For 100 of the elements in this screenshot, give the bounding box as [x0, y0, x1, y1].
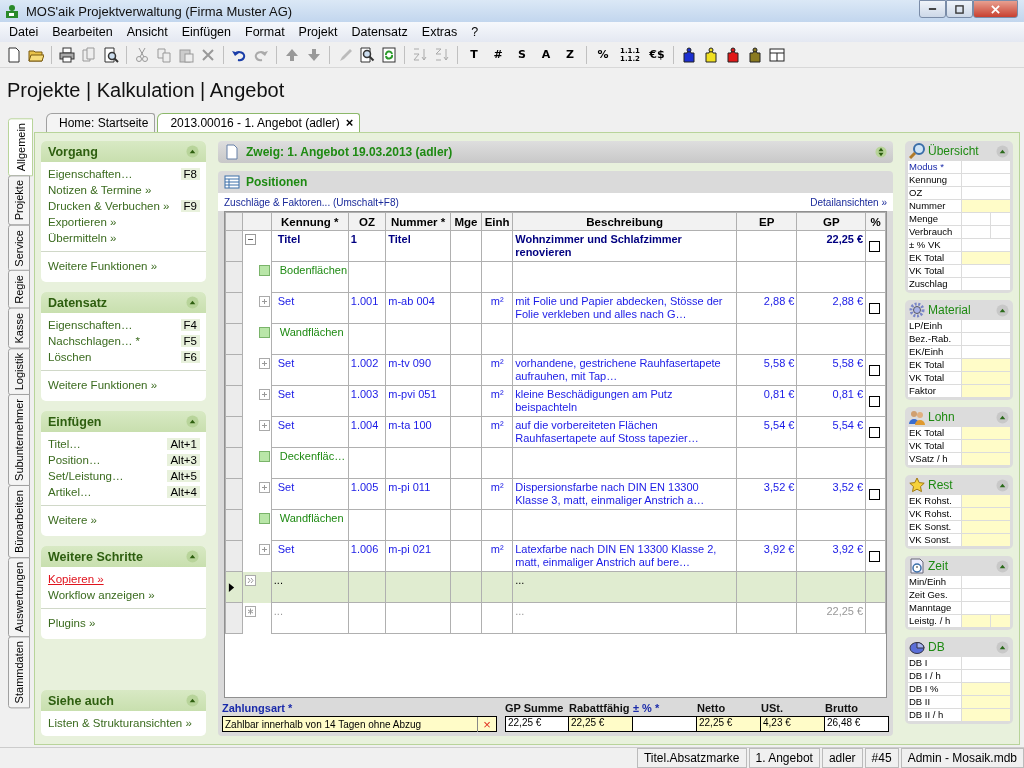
toolbar-button[interactable]: A — [538, 46, 554, 63]
detail-views-link[interactable]: Detailansichten » — [810, 197, 887, 208]
value-field[interactable] — [961, 440, 1010, 452]
scissors-icon[interactable] — [134, 46, 150, 63]
sort-descending-icon[interactable] — [434, 46, 450, 63]
menu-item[interactable]: Einfügen — [174, 25, 238, 39]
value-field[interactable] — [961, 495, 1010, 507]
collapse-icon[interactable] — [996, 303, 1009, 317]
checkbox[interactable] — [869, 302, 881, 314]
toolbar-button[interactable]: # — [490, 46, 506, 63]
column-header[interactable]: GP — [796, 212, 866, 231]
pen-icon[interactable] — [337, 46, 353, 63]
tab-close-button[interactable]: × — [345, 117, 354, 129]
value-field[interactable] — [961, 372, 1010, 384]
column-header[interactable]: Beschreibung — [512, 212, 737, 231]
expand-node-icon[interactable] — [258, 419, 270, 431]
expand-node-icon[interactable] — [258, 295, 270, 307]
task-link[interactable]: Drucken & Verbuchen » — [48, 200, 170, 212]
collapse-icon[interactable] — [996, 144, 1009, 158]
value-field[interactable] — [961, 252, 1010, 264]
total-field[interactable] — [633, 716, 697, 732]
document-tab[interactable]: 2013.00016 - 1. Angebot (adler) × — [157, 113, 361, 132]
preview-icon[interactable] — [103, 46, 119, 63]
copy-icon[interactable] — [156, 46, 172, 63]
checkbox[interactable] — [869, 364, 881, 376]
task-link[interactable]: Artikel… — [48, 486, 92, 498]
menu-item[interactable]: Datei — [2, 25, 46, 39]
side-tab[interactable]: Auswertungen — [8, 556, 30, 638]
menu-item[interactable]: Datensatz — [344, 25, 415, 39]
side-tab[interactable]: Büroarbeiten — [8, 484, 30, 558]
task-link[interactable]: Titel… — [48, 438, 81, 450]
task-link[interactable]: Löschen — [48, 351, 92, 363]
side-tab[interactable]: Service — [8, 224, 30, 272]
total-field[interactable]: 22,25 € — [505, 716, 569, 732]
side-tab[interactable]: Projekte — [8, 175, 30, 226]
menu-item[interactable]: Projekt — [291, 25, 345, 39]
puzzle-figure-icon[interactable] — [747, 46, 763, 63]
task-link[interactable]: Weitere Funktionen » — [48, 379, 158, 391]
column-header[interactable]: EP — [736, 212, 797, 231]
menu-item[interactable]: ? — [464, 25, 486, 39]
value-field[interactable] — [961, 683, 1010, 695]
task-link[interactable]: Exportieren » — [48, 216, 117, 228]
total-field[interactable]: 22,25 € — [569, 716, 633, 732]
sort-ascending-icon[interactable] — [412, 46, 428, 63]
expand-node-icon[interactable] — [258, 481, 270, 493]
toolbar-button[interactable]: S — [514, 46, 530, 63]
menu-item[interactable]: Bearbeiten — [45, 25, 120, 39]
task-link[interactable]: Position… — [48, 454, 101, 466]
minimize-button[interactable] — [919, 0, 946, 18]
task-link[interactable]: Plugins » — [48, 617, 96, 629]
menu-item[interactable]: Format — [238, 25, 292, 39]
total-field[interactable]: 26,48 € — [825, 716, 889, 732]
collapse-icon[interactable] — [996, 559, 1009, 573]
side-tab[interactable]: Regie — [8, 270, 30, 310]
column-header[interactable]: % — [865, 212, 886, 231]
value-field[interactable] — [961, 696, 1010, 708]
value-field[interactable] — [961, 521, 1010, 533]
new-file-icon[interactable] — [6, 46, 22, 63]
value-field[interactable] — [961, 453, 1010, 465]
clear-button[interactable]: × — [477, 716, 496, 732]
task-link[interactable]: Übermitteln » — [48, 232, 117, 244]
menu-item[interactable]: Ansicht — [119, 25, 175, 39]
collapse-icon[interactable] — [996, 640, 1009, 654]
search-icon[interactable] — [359, 46, 375, 63]
collapse-icon[interactable] — [186, 550, 199, 563]
expand-collapse-icon[interactable] — [875, 146, 887, 158]
total-field[interactable]: 4,23 € — [761, 716, 825, 732]
puzzle-figure-icon[interactable] — [681, 46, 697, 63]
expand-node-icon[interactable] — [258, 543, 270, 555]
checkbox[interactable] — [869, 395, 881, 407]
collapse-icon[interactable] — [186, 415, 199, 428]
close-button[interactable] — [973, 0, 1018, 18]
collapse-node-icon[interactable] — [244, 234, 256, 245]
value-field[interactable] — [961, 508, 1010, 520]
task-link[interactable]: Workflow anzeigen » — [48, 589, 155, 601]
payment-field[interactable]: Zahlbar innerhalb von 14 Tagen ohne Abzug × — [222, 716, 497, 732]
column-header[interactable]: Einh — [481, 212, 513, 231]
task-link[interactable]: Nachschlagen… * — [48, 335, 141, 347]
row-header[interactable] — [225, 571, 243, 603]
new-node-icon[interactable] — [244, 605, 256, 617]
printer-icon[interactable] — [59, 46, 75, 63]
checkbox[interactable] — [869, 488, 881, 500]
puzzle-figure-icon[interactable] — [703, 46, 719, 63]
maximize-button[interactable] — [946, 0, 973, 18]
toolbar-button[interactable]: T — [466, 46, 482, 63]
checkbox[interactable] — [869, 550, 881, 562]
column-header[interactable]: Mge — [450, 212, 482, 231]
collapse-icon[interactable] — [186, 694, 199, 707]
side-tab[interactable]: Logistik — [8, 347, 30, 395]
side-tab[interactable]: Subunternehmer — [8, 394, 30, 486]
paste-icon[interactable] — [178, 46, 194, 63]
column-header[interactable]: Kennung * — [271, 212, 349, 231]
task-link[interactable]: Notizen & Termine » — [48, 184, 152, 196]
side-tab[interactable]: Kasse — [8, 308, 30, 349]
expand-node-icon[interactable] — [258, 388, 270, 400]
checkbox[interactable] — [869, 240, 881, 252]
task-link[interactable]: Listen & Strukturansichten » — [48, 717, 192, 729]
value-field[interactable] — [961, 200, 1010, 212]
value-field[interactable] — [961, 709, 1010, 721]
task-link[interactable]: Eigenschaften… — [48, 168, 133, 180]
